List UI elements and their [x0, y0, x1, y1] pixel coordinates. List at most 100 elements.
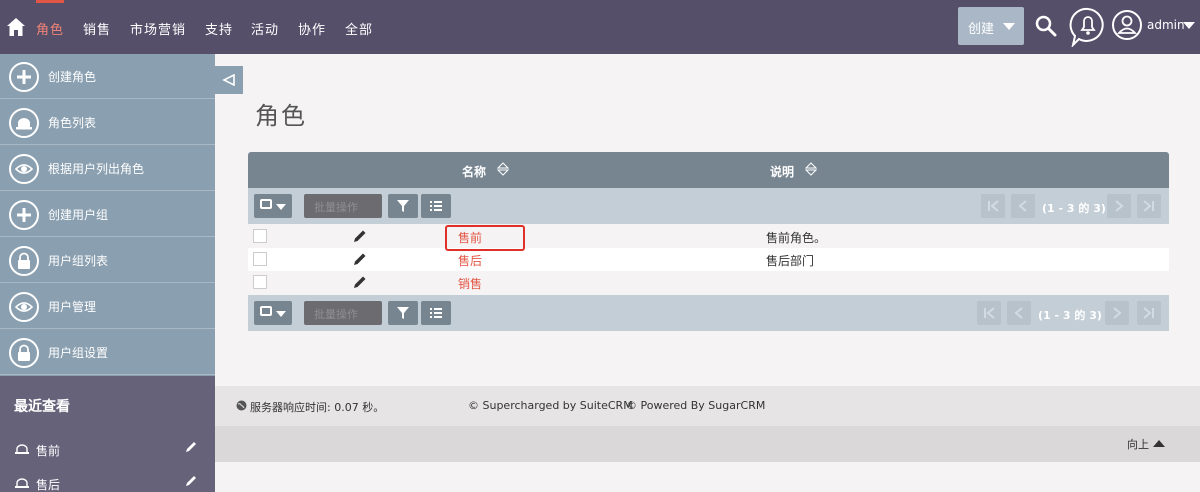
collapse-sidebar-button[interactable]: [215, 66, 243, 94]
footer-info-bar: 服务器响应时间: 0.07 秒。 © Supercharged by Suite…: [215, 386, 1200, 426]
nav-support[interactable]: 支持: [205, 19, 233, 38]
arrow-up-icon: [1153, 440, 1165, 447]
filter-button[interactable]: [388, 301, 418, 325]
bulk-action-button[interactable]: 批量操作: [304, 194, 382, 218]
first-page-icon: [984, 307, 995, 319]
highlight-box: [445, 225, 525, 251]
pencil-icon[interactable]: [353, 229, 367, 243]
sort-icon[interactable]: [805, 162, 817, 176]
powered-by-link[interactable]: © Powered By SugarCRM: [626, 399, 765, 412]
table-row: 售前 售前角色。: [248, 225, 1169, 248]
supercharged-by-link[interactable]: © Supercharged by SuiteCRM: [468, 399, 633, 412]
select-dropdown-button[interactable]: [254, 301, 292, 325]
sort-icon[interactable]: [497, 162, 509, 176]
table-header: 名称 说明: [248, 152, 1169, 188]
nav-sales[interactable]: 销售: [83, 19, 111, 38]
filter-icon: [397, 307, 409, 319]
pencil-icon[interactable]: [353, 252, 367, 266]
pencil-icon[interactable]: [353, 275, 367, 289]
column-header-description[interactable]: 说明: [770, 163, 794, 180]
last-page-button[interactable]: [1137, 194, 1161, 218]
collapse-arrow-icon: [222, 74, 235, 86]
bulk-action-label: 批量操作: [314, 308, 358, 321]
filter-button[interactable]: [388, 194, 418, 218]
list-toolbar-top: 批量操作 (1 - 3 的 3): [248, 188, 1169, 224]
last-page-icon: [1143, 307, 1154, 319]
roles-icon: [15, 478, 29, 488]
recent-item[interactable]: 售后: [14, 474, 204, 492]
sidebar-item-label: 角色列表: [48, 116, 97, 130]
table-row: 售后 售后部门: [248, 248, 1169, 271]
list-icon: [430, 201, 442, 211]
chevron-right-icon: [1115, 200, 1124, 212]
lock-icon: [9, 338, 39, 368]
last-page-icon: [1143, 200, 1154, 212]
create-button-label: 创建: [968, 22, 995, 37]
chevron-down-icon: [276, 204, 286, 210]
row-checkbox[interactable]: [253, 275, 267, 289]
active-tab-indicator: [36, 0, 64, 3]
sidebar-item-role-list[interactable]: 角色列表: [0, 100, 215, 145]
sidebar-item-group-settings[interactable]: 用户组设置: [0, 330, 215, 375]
sidebar-item-roles-by-user[interactable]: 根据用户列出角色: [0, 146, 215, 191]
role-description: 售前角色。: [766, 231, 827, 245]
notification-bell-icon[interactable]: [1069, 7, 1107, 47]
last-page-button[interactable]: [1137, 301, 1161, 325]
chevron-right-icon: [1113, 307, 1122, 319]
home-icon[interactable]: [6, 17, 26, 37]
checkbox-icon: [260, 306, 272, 316]
column-chooser-button[interactable]: [421, 301, 451, 325]
chevron-down-icon: [276, 311, 286, 317]
back-to-top-link[interactable]: 向上: [1127, 436, 1165, 452]
chevron-left-icon: [1014, 307, 1023, 319]
role-name-link[interactable]: 售后: [458, 252, 482, 269]
sidebar-item-group-list[interactable]: 用户组列表: [0, 238, 215, 283]
row-checkbox[interactable]: [253, 229, 267, 243]
prev-page-button[interactable]: [1007, 301, 1031, 325]
sidebar-item-label: 用户组列表: [48, 254, 109, 268]
filter-icon: [397, 200, 409, 212]
user-avatar-icon[interactable]: [1111, 9, 1143, 41]
recent-item-label: 售后: [36, 478, 61, 492]
pencil-icon[interactable]: [184, 440, 198, 454]
sidebar-item-label: 用户管理: [48, 300, 97, 314]
bulk-action-label: 批量操作: [314, 201, 358, 214]
chevron-left-icon: [1018, 200, 1027, 212]
sidebar-item-label: 根据用户列出角色: [48, 162, 145, 176]
role-name-link[interactable]: 销售: [458, 275, 482, 292]
next-page-button[interactable]: [1107, 194, 1131, 218]
sidebar-item-label: 创建用户组: [48, 208, 109, 222]
list-icon: [430, 308, 442, 318]
select-dropdown-button[interactable]: [254, 194, 292, 218]
column-chooser-button[interactable]: [421, 194, 451, 218]
first-page-button[interactable]: [981, 194, 1005, 218]
user-menu-chevron-icon[interactable]: [1183, 22, 1195, 29]
next-page-button[interactable]: [1105, 301, 1129, 325]
bulk-action-button[interactable]: 批量操作: [304, 301, 382, 325]
roles-icon: [15, 444, 29, 454]
recent-item-label: 售前: [36, 444, 61, 458]
first-page-icon: [988, 200, 999, 212]
plus-icon: [9, 200, 39, 230]
search-icon[interactable]: [1035, 15, 1057, 37]
sidebar-item-user-management[interactable]: 用户管理: [0, 284, 215, 329]
first-page-button[interactable]: [977, 301, 1001, 325]
recent-item[interactable]: 售前: [14, 440, 204, 460]
sidebar-item-label: 用户组设置: [48, 346, 109, 360]
nav-activities[interactable]: 活动: [251, 19, 279, 38]
nav-collaboration[interactable]: 协作: [298, 19, 326, 38]
sidebar-item-create-group[interactable]: 创建用户组: [0, 192, 215, 237]
nav-marketing[interactable]: 市场营销: [130, 19, 186, 38]
role-description: 售后部门: [766, 254, 815, 268]
server-response-time: 服务器响应时间: 0.07 秒。: [250, 401, 385, 414]
nav-roles[interactable]: 角色: [36, 19, 64, 38]
sidebar-item-create-role[interactable]: 创建角色: [0, 54, 215, 99]
create-button[interactable]: 创建: [958, 7, 1024, 45]
column-header-name[interactable]: 名称: [462, 163, 486, 180]
row-checkbox[interactable]: [253, 252, 267, 266]
user-menu-label[interactable]: admin: [1147, 18, 1185, 32]
sidebar-item-label: 创建角色: [48, 70, 97, 84]
pencil-icon[interactable]: [184, 474, 198, 488]
prev-page-button[interactable]: [1011, 194, 1035, 218]
nav-all[interactable]: 全部: [345, 19, 373, 38]
